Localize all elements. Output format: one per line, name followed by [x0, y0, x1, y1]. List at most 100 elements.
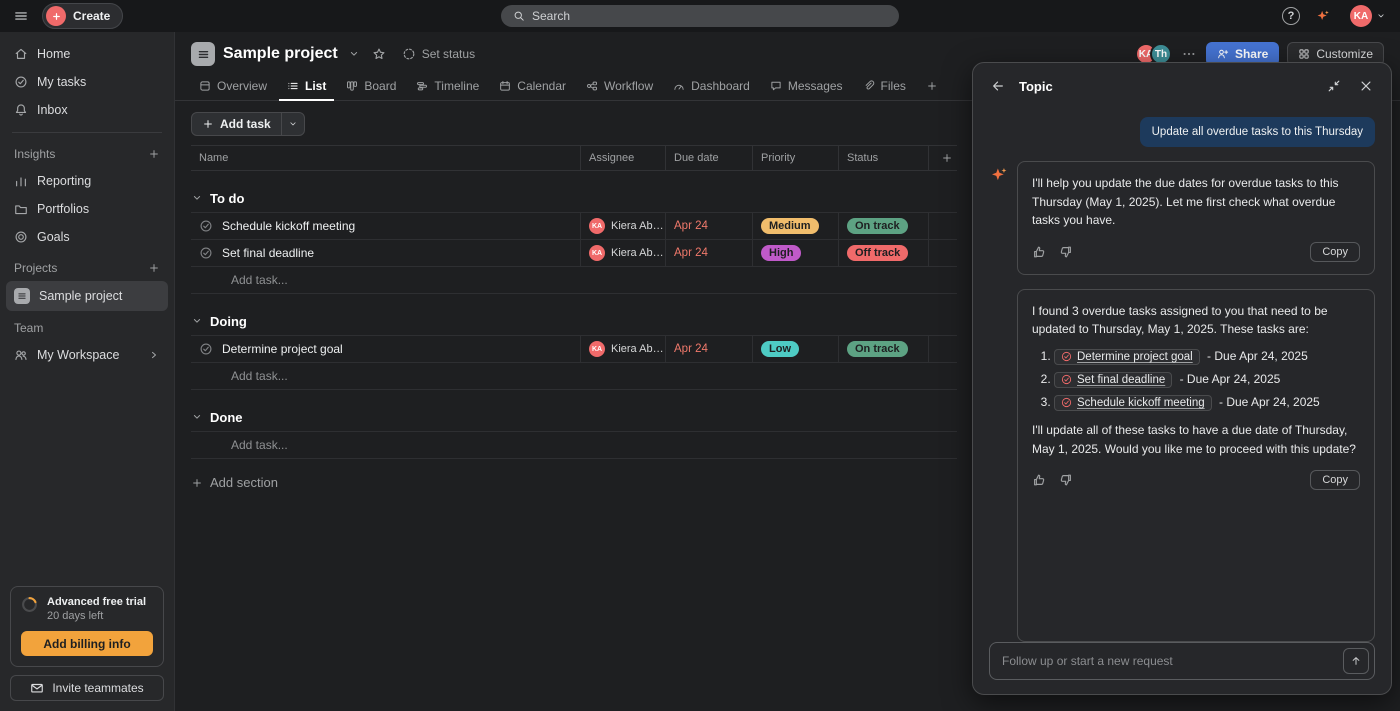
add-task-dropdown-button[interactable]: [280, 113, 304, 135]
priority-badge[interactable]: Medium: [761, 218, 819, 234]
ai-assistant-button[interactable]: [1312, 5, 1334, 27]
create-button[interactable]: Create: [42, 3, 124, 29]
back-button[interactable]: [987, 75, 1009, 97]
priority-badge[interactable]: High: [761, 245, 802, 261]
project-menu-button[interactable]: [346, 46, 362, 62]
task-check-circle-icon[interactable]: [199, 246, 213, 260]
task-reference-name: Set final deadline: [1077, 373, 1166, 386]
sidebar-section-insights[interactable]: Insights: [0, 141, 174, 167]
plus-icon[interactable]: [148, 262, 160, 274]
task-reference-pill[interactable]: Schedule kickoff meeting: [1054, 394, 1212, 411]
task-reference-pill[interactable]: Determine project goal: [1054, 348, 1200, 365]
ai-message-card: I found 3 overdue tasks assigned to you …: [1017, 288, 1375, 642]
tab-files[interactable]: Files: [855, 72, 914, 101]
close-panel-button[interactable]: [1355, 75, 1377, 97]
column-header-due-date[interactable]: Due date: [666, 146, 753, 170]
section-header[interactable]: To do: [191, 184, 957, 212]
tab-dashboard[interactable]: Dashboard: [665, 72, 758, 101]
column-header-name[interactable]: Name: [191, 146, 581, 170]
task-reference-name: Schedule kickoff meeting: [1077, 396, 1205, 409]
tab-workflow[interactable]: Workflow: [578, 72, 661, 101]
chevron-down-icon: [193, 415, 201, 419]
user-menu-button[interactable]: KA: [1346, 1, 1390, 31]
task-check-circle-icon[interactable]: [199, 219, 213, 233]
sidebar-item-label: My tasks: [37, 75, 87, 89]
copy-button[interactable]: Copy: [1310, 470, 1360, 491]
tab-label: List: [305, 78, 327, 93]
plus-icon: [193, 478, 201, 487]
add-billing-info-button[interactable]: Add billing info: [21, 631, 153, 656]
task-reference-name: Determine project goal: [1077, 350, 1193, 363]
sidebar-item-sample-project[interactable]: Sample project: [6, 281, 168, 311]
add-section-button[interactable]: Add section: [191, 475, 278, 490]
copy-button[interactable]: Copy: [1310, 241, 1360, 262]
set-status-button[interactable]: Set status: [396, 45, 481, 63]
task-due-text: - Due Apr 24, 2025: [1218, 395, 1320, 410]
add-task-row[interactable]: Add task...: [191, 267, 957, 294]
help-button[interactable]: ?: [1282, 7, 1300, 25]
ai-chat-panel: Topic Update all overdue tasks to this T…: [972, 62, 1392, 695]
sidebar-toggle-button[interactable]: [10, 5, 32, 27]
minimize-panel-button[interactable]: [1323, 75, 1345, 97]
status-badge[interactable]: Off track: [847, 245, 909, 261]
tab-overview[interactable]: Overview: [191, 72, 275, 101]
priority-badge[interactable]: Low: [761, 341, 799, 357]
close-icon: [1361, 81, 1371, 91]
chevron-down-icon: [193, 196, 201, 200]
sidebar-item-my-tasks[interactable]: My tasks: [0, 68, 174, 96]
task-check-circle-icon[interactable]: [199, 342, 213, 356]
sidebar-item-portfolios[interactable]: Portfolios: [0, 195, 174, 223]
invite-teammates-button[interactable]: Invite teammates: [10, 675, 164, 701]
ai-message-text: I'll help you update the due dates for o…: [1032, 176, 1339, 228]
search-input[interactable]: Search: [501, 5, 899, 27]
tab-board[interactable]: Board: [338, 72, 404, 101]
table-row[interactable]: Determine project goal KA Kiera Abba... …: [191, 336, 957, 363]
add-task-row[interactable]: Add task...: [191, 363, 957, 390]
column-header-status[interactable]: Status: [839, 146, 929, 170]
table-row[interactable]: Set final deadline KA Kiera Abba... Apr …: [191, 240, 957, 267]
more-options-button[interactable]: [1180, 45, 1198, 63]
section-header[interactable]: Done: [191, 403, 957, 431]
task-due-text: - Due Apr 24, 2025: [1179, 372, 1281, 387]
section-header-label: Projects: [14, 261, 58, 275]
status-badge[interactable]: On track: [847, 218, 908, 234]
send-button[interactable]: [1343, 648, 1369, 674]
section-header-label: Team: [14, 321, 44, 335]
sidebar-item-label: Reporting: [37, 174, 92, 188]
thumbs-up-button[interactable]: [1032, 473, 1046, 487]
add-task-button[interactable]: Add task: [192, 113, 281, 135]
task-reference-pill[interactable]: Set final deadline: [1054, 371, 1173, 388]
tab-label: Board: [364, 78, 397, 93]
sidebar-item-reporting[interactable]: Reporting: [0, 167, 174, 195]
chat-panel-header: Topic: [973, 63, 1391, 109]
column-header-assignee[interactable]: Assignee: [581, 146, 666, 170]
tab-calendar[interactable]: Calendar: [491, 72, 574, 101]
table-header-row: Name Assignee Due date Priority Status: [191, 145, 957, 171]
chevron-right-icon: [152, 351, 156, 359]
add-task-row[interactable]: Add task...: [191, 432, 957, 459]
thumbs-down-button[interactable]: [1059, 473, 1073, 487]
thumbs-up-button[interactable]: [1032, 245, 1046, 259]
sidebar-item-my-workspace[interactable]: My Workspace: [0, 341, 174, 369]
tab-messages[interactable]: Messages: [762, 72, 851, 101]
sidebar-item-inbox[interactable]: Inbox: [0, 96, 174, 124]
sidebar-section-projects[interactable]: Projects: [0, 255, 174, 281]
help-label: ?: [1287, 10, 1295, 22]
table-row[interactable]: Schedule kickoff meeting KA Kiera Abba..…: [191, 213, 957, 240]
plus-icon[interactable]: [148, 148, 160, 160]
column-header-priority[interactable]: Priority: [753, 146, 839, 170]
section-header[interactable]: Doing: [191, 307, 957, 335]
add-view-tab-button[interactable]: [918, 72, 946, 101]
add-column-button[interactable]: [929, 146, 957, 170]
message-actions: Copy: [1032, 470, 1360, 491]
sidebar-item-goals[interactable]: Goals: [0, 223, 174, 251]
tab-timeline[interactable]: Timeline: [408, 72, 487, 101]
favorite-star-button[interactable]: [370, 45, 388, 63]
status-badge[interactable]: On track: [847, 341, 908, 357]
user-message-bubble: Update all overdue tasks to this Thursda…: [1139, 117, 1375, 147]
chat-input[interactable]: [1002, 654, 1335, 668]
thumbs-down-button[interactable]: [1059, 245, 1073, 259]
tab-list[interactable]: List: [279, 72, 335, 101]
sidebar-item-home[interactable]: Home: [0, 40, 174, 68]
add-task-label: Add task: [220, 117, 271, 131]
